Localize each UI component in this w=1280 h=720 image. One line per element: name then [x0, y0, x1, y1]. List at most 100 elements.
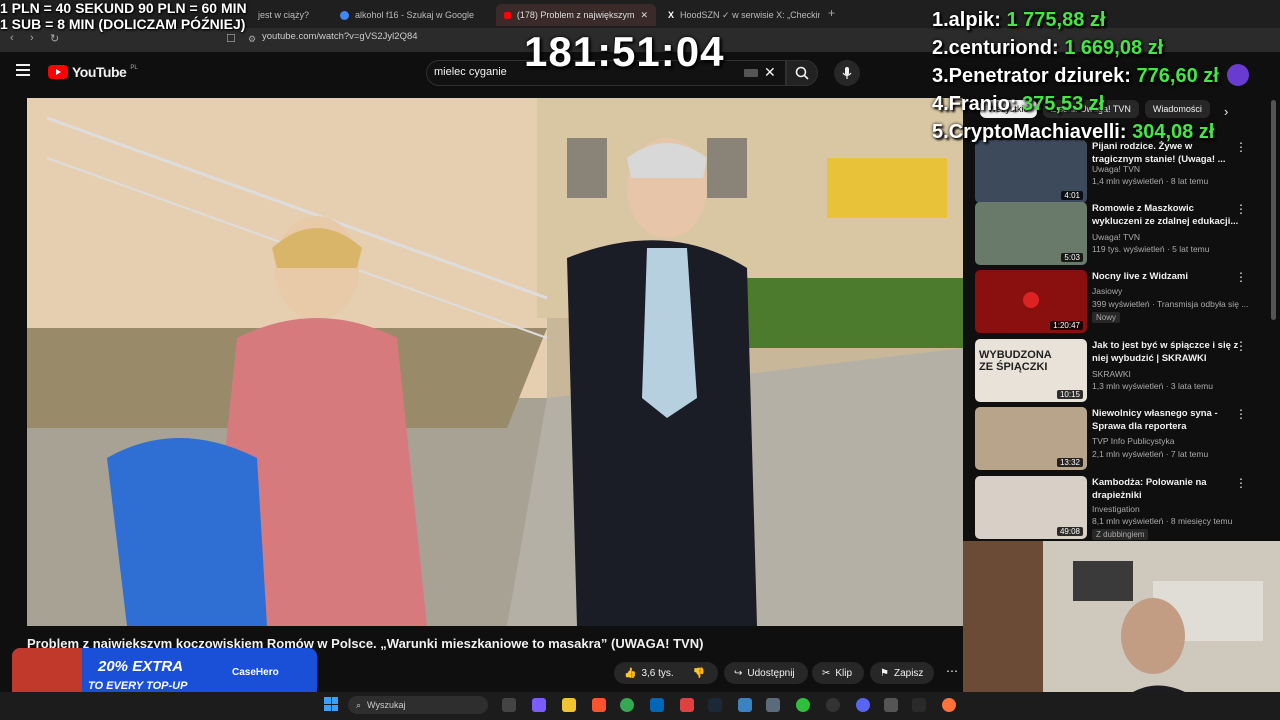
- search-icon: [795, 66, 809, 80]
- clear-search-icon[interactable]: ✕: [764, 64, 776, 81]
- donor-amount: 304,08 zł: [1132, 121, 1215, 143]
- rec-meta: 119 tys. wyświetleń · 5 lat temu: [1092, 244, 1210, 254]
- list-item[interactable]: 5:03 Romowie z Maszkowic wykluczeni ze z…: [975, 202, 1265, 266]
- rec-title[interactable]: Nocny live z Widzami: [1092, 270, 1242, 283]
- site-settings-icon[interactable]: ⚙: [248, 34, 256, 45]
- reload-icon[interactable]: ↻: [50, 32, 59, 45]
- rec-channel[interactable]: Uwaga! TVN: [1092, 164, 1140, 174]
- youtube-logo[interactable]: YouTube PL: [48, 64, 138, 80]
- list-item[interactable]: 4:01 Pijani rodzice. Żywe w tragicznym s…: [975, 140, 1265, 204]
- video-thumbnail[interactable]: WYBUDZONA ZE ŚPIĄCZKI 10:15: [975, 339, 1087, 402]
- browser-tab[interactable]: jest w ciąży?: [250, 4, 330, 26]
- back-icon[interactable]: ‹: [10, 32, 14, 44]
- avatar[interactable]: [1227, 64, 1249, 86]
- donor-amount: 375,53 zł: [1022, 93, 1105, 115]
- app-icon[interactable]: [680, 698, 694, 712]
- tab-label: (178) Problem z największym: [516, 10, 635, 20]
- calculator-icon[interactable]: [766, 698, 780, 712]
- url-field[interactable]: youtube.com/watch?v=gVS2Jyl2Q84: [262, 31, 418, 42]
- donation-rule-1: 1 PLN = 40 SEKUND 90 PLN = 60 MIN: [0, 0, 247, 16]
- dubbing-badge: Z dubbingiem: [1092, 529, 1149, 540]
- video-thumbnail[interactable]: 1:20:47: [975, 270, 1087, 333]
- clip-button[interactable]: ✂ Klip: [812, 662, 864, 684]
- tab-label: alkohol f16 - Szukaj w Google: [355, 10, 475, 20]
- chrome-icon[interactable]: [620, 698, 634, 712]
- chevron-right-icon[interactable]: ›: [1224, 104, 1228, 119]
- file-explorer-icon[interactable]: [562, 698, 576, 712]
- list-item[interactable]: 1:20:47 Nocny live z Widzami Jasiowy 399…: [975, 270, 1265, 334]
- menu-icon[interactable]: [16, 64, 30, 76]
- app-icon[interactable]: [912, 698, 926, 712]
- rec-channel[interactable]: Uwaga! TVN: [1092, 232, 1140, 242]
- like-button[interactable]: 👍 3,6 tys. 👎: [614, 662, 718, 684]
- browser-tab-active[interactable]: (178) Problem z największym ✕: [496, 4, 656, 26]
- rec-channel[interactable]: Investigation: [1092, 504, 1140, 514]
- windows-start-icon[interactable]: [324, 697, 338, 711]
- rec-title[interactable]: Kambodża: Polowanie na drapieżniki: [1092, 476, 1242, 502]
- browser-tab[interactable]: X HoodSZN ✓ w serwisie X: „Checking: [660, 4, 820, 26]
- firefox-icon[interactable]: [942, 698, 956, 712]
- list-item[interactable]: WYBUDZONA ZE ŚPIĄCZKI 10:15 Jak to jest …: [975, 339, 1265, 403]
- duration-badge: 4:01: [1061, 191, 1083, 200]
- youtube-icon: [504, 11, 511, 19]
- donation-rule-2: 1 SUB = 8 MIN (DOLICZAM PÓŹNIEJ): [0, 16, 246, 32]
- save-button[interactable]: ⚑ Zapisz: [870, 662, 934, 684]
- rec-title[interactable]: Romowie z Maszkowic wykluczeni ze zdalne…: [1092, 202, 1242, 228]
- keyboard-icon[interactable]: [744, 69, 758, 77]
- app-icon[interactable]: [738, 698, 752, 712]
- video-player[interactable]: [27, 98, 963, 626]
- copilot-icon[interactable]: [532, 698, 546, 712]
- more-icon[interactable]: ⋮: [1235, 476, 1247, 490]
- more-actions-icon[interactable]: ⋯: [946, 664, 958, 678]
- close-icon[interactable]: ✕: [640, 10, 648, 21]
- steam-icon[interactable]: [708, 698, 722, 712]
- treasure-chest-icon: [12, 648, 82, 698]
- discord-icon[interactable]: [856, 698, 870, 712]
- store-icon[interactable]: [650, 698, 664, 712]
- scrollbar[interactable]: [1271, 100, 1276, 320]
- more-icon[interactable]: ⋮: [1235, 339, 1247, 353]
- rec-channel[interactable]: SKRAWKI: [1092, 369, 1131, 379]
- x-icon: X: [668, 10, 675, 20]
- settings-icon[interactable]: [884, 698, 898, 712]
- task-view-icon[interactable]: [502, 698, 516, 712]
- bookmark-icon[interactable]: ☐: [226, 32, 236, 45]
- browser-tab[interactable]: alkohol f16 - Szukaj w Google: [332, 4, 492, 26]
- donor-name: 4.Franio:: [932, 93, 1017, 115]
- list-item[interactable]: 49:08 Kambodża: Polowanie na drapieżniki…: [975, 476, 1265, 540]
- taskbar-search[interactable]: ⌕ Wyszukaj: [348, 696, 488, 714]
- taskbar-search-placeholder: Wyszukaj: [367, 700, 406, 710]
- more-icon[interactable]: ⋮: [1235, 270, 1247, 284]
- rec-title[interactable]: Niewolnicy własnego syna - Sprawa dla re…: [1092, 407, 1242, 433]
- scissors-icon: ✂: [822, 667, 831, 679]
- donor-name: 5.CryptoMachiavelli:: [932, 121, 1127, 143]
- more-icon[interactable]: ⋮: [1235, 407, 1247, 421]
- brave-icon[interactable]: [592, 698, 606, 712]
- duration-badge: 49:08: [1056, 527, 1083, 536]
- donation-rules: 1 PLN = 40 SEKUND 90 PLN = 60 MIN 1 SUB …: [0, 0, 247, 32]
- thumbs-up-icon: 👍: [624, 667, 637, 679]
- search-button[interactable]: [786, 60, 818, 86]
- new-tab-icon[interactable]: +: [828, 6, 835, 20]
- more-icon[interactable]: ⋮: [1235, 140, 1247, 154]
- donor-amount: 1 775,88 zł: [1006, 9, 1106, 31]
- forward-icon[interactable]: ›: [30, 32, 34, 44]
- list-item[interactable]: 13:32 Niewolnicy własnego syna - Sprawa …: [975, 407, 1265, 471]
- duration-badge: 13:32: [1056, 458, 1083, 467]
- rec-title[interactable]: Jak to jest być w śpiączce i się z niej …: [1092, 339, 1242, 365]
- video-thumbnail[interactable]: 5:03: [975, 202, 1087, 265]
- rec-channel[interactable]: TVP Info Publicystyka: [1092, 436, 1175, 446]
- rec-meta: 1,3 mln wyświetleń · 3 lata temu: [1092, 381, 1213, 391]
- rec-channel[interactable]: Jasiowy: [1092, 286, 1122, 296]
- ad-brand-logo: CaseHero: [232, 667, 279, 678]
- app-icon[interactable]: [796, 698, 810, 712]
- share-button[interactable]: ↪ Udostępnij: [724, 662, 808, 684]
- obs-icon[interactable]: [826, 698, 840, 712]
- video-thumbnail[interactable]: 13:32: [975, 407, 1087, 470]
- ad-headline: 20% EXTRA: [98, 658, 184, 675]
- video-thumbnail[interactable]: 49:08: [975, 476, 1087, 539]
- more-icon[interactable]: ⋮: [1235, 202, 1247, 216]
- voice-search-button[interactable]: [834, 60, 860, 86]
- thumbs-down-icon[interactable]: 👎: [693, 668, 705, 679]
- video-thumbnail[interactable]: 4:01: [975, 140, 1087, 203]
